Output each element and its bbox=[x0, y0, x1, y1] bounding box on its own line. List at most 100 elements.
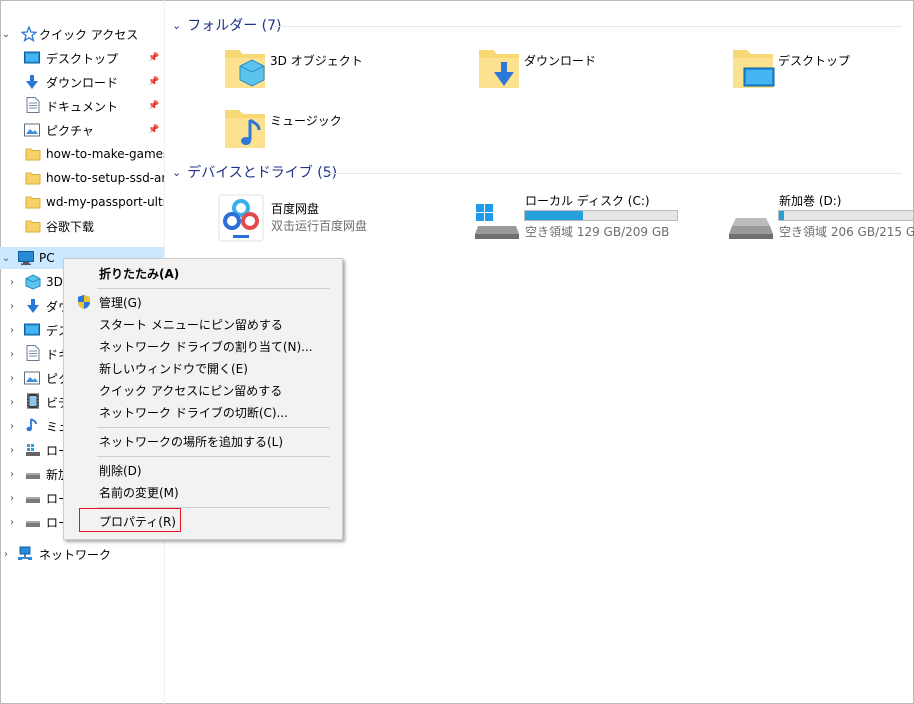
sidebar-item-label: ネットワーク bbox=[39, 547, 112, 562]
folder-music[interactable]: ミュージック bbox=[222, 102, 462, 158]
device-drive-d[interactable]: 新加巻 (D:) 空き領域 206 GB/215 GB bbox=[728, 192, 914, 248]
menu-item-label: クイック アクセスにピン留めする bbox=[99, 383, 283, 398]
document-icon bbox=[26, 97, 40, 113]
device-name: 百度网盘 bbox=[271, 202, 320, 216]
star-icon bbox=[21, 26, 37, 42]
device-subtitle: 空き領域 129 GB/209 GB bbox=[525, 225, 670, 239]
chevron-right-icon[interactable]: › bbox=[7, 349, 17, 360]
sidebar-item-label: 3D bbox=[46, 275, 63, 289]
sidebar-item-folder[interactable]: how-to-make-games- bbox=[0, 143, 164, 165]
pin-icon[interactable]: 📌 bbox=[148, 101, 159, 111]
chevron-right-icon[interactable]: › bbox=[7, 421, 17, 432]
device-local-disk-c[interactable]: ローカル ディスク (C:) 空き領域 129 GB/209 GB bbox=[474, 192, 714, 248]
sidebar-item-folder[interactable]: 谷歌下载 bbox=[0, 215, 164, 237]
folder-icon bbox=[25, 172, 41, 185]
menu-item-pin-start[interactable]: スタート メニューにピン留めする bbox=[65, 313, 341, 335]
drive-icon bbox=[26, 473, 40, 479]
disk-usage-bar bbox=[778, 210, 914, 221]
pictures-icon bbox=[24, 123, 40, 137]
sidebar-item-label: wd-my-passport-ultra bbox=[46, 195, 164, 209]
sidebar-item-network[interactable]: › ネットワーク bbox=[0, 543, 164, 565]
drive-icon bbox=[729, 218, 773, 239]
download-icon bbox=[27, 299, 39, 313]
pin-icon[interactable]: 📌 bbox=[148, 125, 159, 135]
sidebar-item-desktop[interactable]: デスクトップ 📌 bbox=[0, 47, 164, 69]
chevron-down-icon[interactable]: ⌄ bbox=[172, 19, 181, 32]
menu-item-pin-quick-access[interactable]: クイック アクセスにピン留めする bbox=[65, 379, 341, 401]
chevron-right-icon[interactable]: › bbox=[1, 549, 11, 560]
sidebar-item-pictures[interactable]: ピクチャ 📌 bbox=[0, 119, 164, 141]
desktop-icon bbox=[24, 51, 40, 64]
drive-icon bbox=[26, 497, 40, 503]
chevron-right-icon[interactable]: › bbox=[7, 445, 17, 456]
sidebar-item-documents[interactable]: ドキュメント 📌 bbox=[0, 95, 164, 117]
menu-item-rename[interactable]: 名前の変更(M) bbox=[65, 481, 341, 503]
device-subtitle: 双击运行百度网盘 bbox=[271, 219, 368, 233]
sidebar-item-download[interactable]: ダウンロード 📌 bbox=[0, 71, 164, 93]
chevron-right-icon[interactable]: › bbox=[7, 277, 17, 288]
folder-download-icon bbox=[479, 50, 519, 88]
menu-item-label: 新しいウィンドウで開く(E) bbox=[99, 361, 248, 376]
folder-3d-objects[interactable]: 3D オブジェクト bbox=[222, 42, 462, 98]
chevron-down-icon[interactable]: ⌄ bbox=[1, 253, 11, 264]
menu-item-add-network-location[interactable]: ネットワークの場所を追加する(L) bbox=[65, 430, 341, 452]
chevron-down-icon[interactable]: ⌄ bbox=[172, 166, 181, 179]
pin-icon[interactable]: 📌 bbox=[148, 77, 159, 87]
devices-group-header[interactable]: ⌄ デバイスとドライブ (5) bbox=[172, 161, 337, 183]
sidebar-item-folder[interactable]: wd-my-passport-ultra bbox=[0, 191, 164, 213]
desktop-icon bbox=[24, 323, 40, 336]
document-icon bbox=[26, 345, 40, 361]
chevron-right-icon[interactable]: › bbox=[7, 493, 17, 504]
device-baidu-netdisk[interactable]: 百度网盘 双击运行百度网盘 bbox=[218, 192, 458, 248]
sidebar-item-folder[interactable]: how-to-setup-ssd-and bbox=[0, 167, 164, 189]
chevron-right-icon[interactable]: › bbox=[7, 301, 17, 312]
folder-label: ダウンロード bbox=[524, 54, 597, 68]
download-icon bbox=[26, 75, 38, 89]
chevron-right-icon[interactable]: › bbox=[7, 517, 17, 528]
menu-item-label: スタート メニューにピン留めする bbox=[99, 317, 283, 332]
folder-label: デスクトップ bbox=[778, 54, 851, 68]
pin-icon[interactable]: 📌 bbox=[148, 53, 159, 63]
group-divider bbox=[272, 26, 902, 27]
folders-group-header[interactable]: ⌄ フォルダー (7) bbox=[172, 14, 282, 36]
windows-drive-icon bbox=[26, 444, 40, 456]
baidu-netdisk-icon bbox=[218, 194, 264, 242]
sidebar-item-label: ダウンロード bbox=[46, 75, 119, 90]
menu-item-collapse[interactable]: 折りたたみ(A) bbox=[65, 262, 341, 284]
menu-separator bbox=[97, 456, 330, 457]
disk-usage-fill bbox=[525, 211, 583, 220]
folder-icon bbox=[25, 220, 41, 233]
sidebar-item-label: デスクトップ bbox=[46, 51, 119, 66]
menu-item-delete[interactable]: 削除(D) bbox=[65, 459, 341, 481]
menu-item-map-network-drive[interactable]: ネットワーク ドライブの割り当て(N)... bbox=[65, 335, 341, 357]
device-subtitle: 空き領域 206 GB/215 GB bbox=[779, 225, 914, 239]
chevron-right-icon[interactable]: › bbox=[7, 397, 17, 408]
menu-item-manage[interactable]: 管理(G) bbox=[65, 291, 341, 313]
device-name: ローカル ディスク (C:) bbox=[525, 194, 650, 208]
menu-item-disconnect-network-drive[interactable]: ネットワーク ドライブの切断(C)... bbox=[65, 401, 341, 423]
menu-item-open-new-window[interactable]: 新しいウィンドウで開く(E) bbox=[65, 357, 341, 379]
menu-item-label: 削除(D) bbox=[99, 463, 142, 478]
folder-desktop[interactable]: デスクトップ bbox=[730, 42, 910, 98]
context-menu: 折りたたみ(A) 管理(G) スタート メニューにピン留めする ネットワーク ド… bbox=[63, 258, 343, 540]
folder-download[interactable]: ダウンロード bbox=[476, 42, 716, 98]
menu-separator bbox=[97, 427, 330, 428]
folder-desktop-icon bbox=[733, 50, 775, 88]
chevron-down-icon[interactable]: ⌄ bbox=[1, 29, 11, 40]
network-icon bbox=[18, 546, 32, 560]
cube-icon bbox=[25, 274, 41, 290]
menu-item-label: 名前の変更(M) bbox=[99, 485, 179, 500]
chevron-right-icon[interactable]: › bbox=[7, 469, 17, 480]
chevron-right-icon[interactable]: › bbox=[7, 325, 17, 336]
group-divider bbox=[320, 173, 902, 174]
pictures-icon bbox=[24, 371, 40, 385]
chevron-right-icon[interactable]: › bbox=[7, 373, 17, 384]
disk-usage-fill bbox=[779, 211, 785, 220]
sidebar-item-label: how-to-make-games- bbox=[46, 147, 164, 161]
computer-icon bbox=[18, 251, 34, 265]
disk-usage-bar bbox=[524, 210, 678, 221]
video-icon bbox=[27, 393, 39, 409]
folder-music-icon bbox=[225, 110, 265, 148]
sidebar-quick-access[interactable]: ⌄ クイック アクセス bbox=[0, 23, 164, 45]
sidebar-item-label: PC bbox=[39, 251, 55, 265]
